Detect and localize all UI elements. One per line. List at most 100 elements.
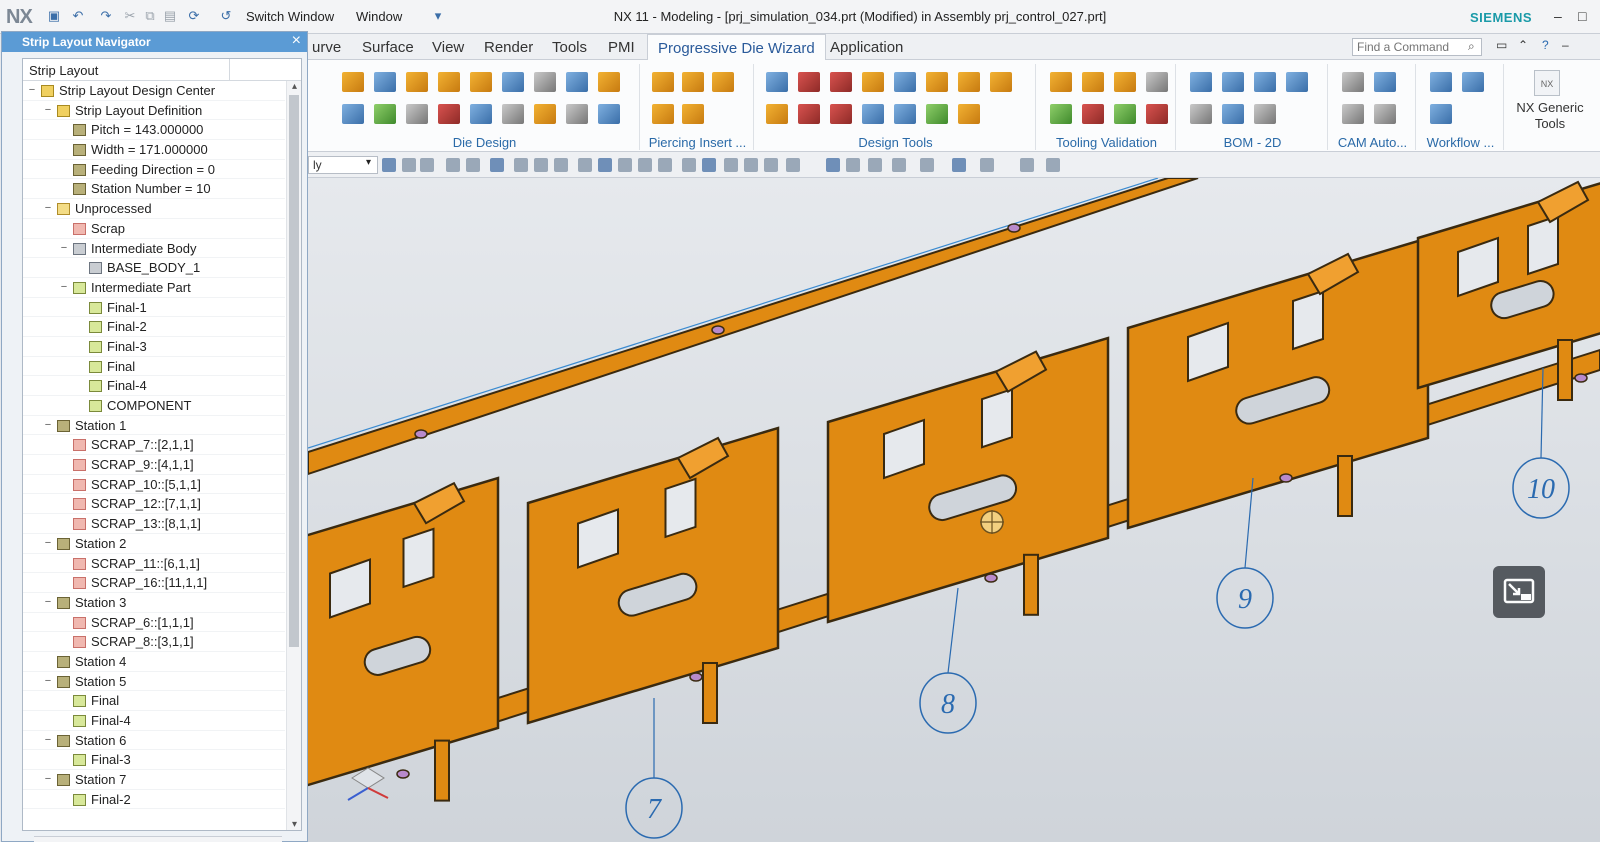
thickness-icon[interactable] [1146, 104, 1168, 124]
window-menu-button[interactable]: Window [356, 9, 402, 24]
cam-program-icon[interactable] [1374, 104, 1396, 124]
tree-row[interactable]: − Station 2 [23, 534, 285, 554]
center-icon[interactable] [658, 158, 672, 172]
box-icon[interactable] [766, 104, 788, 124]
tab-render[interactable]: Render [484, 39, 533, 56]
tree-row[interactable]: Final-1 [23, 298, 285, 318]
collapse-toggle-icon[interactable]: − [59, 278, 69, 298]
scrap-design-icon[interactable] [374, 104, 396, 124]
tab-progressive-die-wizard[interactable]: Progressive Die Wizard [647, 34, 826, 61]
orient-view-icon[interactable] [786, 158, 800, 172]
rectangle-select-icon[interactable] [490, 158, 504, 172]
die-base-icon[interactable] [438, 72, 460, 92]
tree-row[interactable]: Station Number = 10 [23, 179, 285, 200]
cam-setup-icon[interactable] [1342, 72, 1364, 92]
cam-feature-icon[interactable] [1374, 72, 1396, 92]
edge-icon[interactable] [578, 158, 592, 172]
tree-row[interactable]: Feeding Direction = 0 [23, 160, 285, 180]
tree-row[interactable]: − Intermediate Body [23, 239, 285, 259]
drawing-icon[interactable] [1222, 72, 1244, 92]
blank-layout-icon[interactable] [374, 72, 396, 92]
tab-application[interactable]: Application [830, 39, 903, 56]
tree-row[interactable]: Station 4 [23, 652, 285, 672]
navigator-scrollbar[interactable]: ▴ ▾ [286, 81, 301, 830]
find-command-input[interactable] [1352, 38, 1482, 56]
tab-pmi[interactable]: PMI [608, 39, 635, 56]
save-icon[interactable]: ▣ [46, 8, 62, 24]
graphics-window[interactable]: 7 8 9 10 [308, 178, 1600, 842]
scroll-up-icon[interactable]: ▴ [287, 81, 301, 92]
lasso-icon[interactable] [466, 158, 480, 172]
snap-point-icon[interactable] [446, 158, 460, 172]
quadrant-icon[interactable] [682, 158, 696, 172]
select-all-icon[interactable] [382, 158, 396, 172]
midpoint-icon[interactable] [638, 158, 652, 172]
component-icon[interactable] [534, 158, 548, 172]
tree-row[interactable]: Width = 171.000000 [23, 140, 285, 160]
balloon-icon[interactable] [1254, 104, 1276, 124]
tree-row[interactable]: SCRAP_16::[11,1,1] [23, 573, 285, 593]
switch-window-button[interactable]: Switch Window [246, 9, 334, 24]
initial-setup-icon[interactable] [342, 104, 364, 124]
column-header-strip-layout[interactable]: Strip Layout [23, 59, 301, 81]
tree-row[interactable]: BASE_BODY_1 [23, 258, 285, 278]
trim-icon[interactable] [894, 104, 916, 124]
process-icon[interactable] [1462, 72, 1484, 92]
collapse-toggle-icon[interactable]: − [59, 239, 69, 259]
hole-table-icon[interactable] [1254, 72, 1276, 92]
forming-icon[interactable] [470, 104, 492, 124]
tree-row[interactable]: − Station 7 [23, 770, 285, 790]
tree-row[interactable]: − Strip Layout Design Center [23, 81, 285, 101]
help-icon[interactable]: ? [1542, 38, 1549, 52]
tree-row[interactable]: − Station 3 [23, 593, 285, 613]
insert-group-icon[interactable] [470, 72, 492, 92]
collapse-toggle-icon[interactable]: − [43, 731, 53, 751]
tab-surface[interactable]: Surface [362, 39, 414, 56]
tree-row[interactable]: SCRAP_6::[1,1,1] [23, 613, 285, 633]
point-icon[interactable] [702, 158, 716, 172]
nx-generic-tools-button[interactable]: NX Generic Tools [1510, 100, 1590, 132]
collapse-toggle-icon[interactable]: − [43, 770, 53, 790]
cut-icon[interactable]: ✂ [122, 8, 138, 24]
curve-icon[interactable] [598, 158, 612, 172]
collapse-toggle-icon[interactable]: − [27, 81, 37, 101]
frame-icon[interactable] [766, 72, 788, 92]
solid-body-icon[interactable] [514, 158, 528, 172]
tree-row[interactable]: SCRAP_8::[3,1,1] [23, 632, 285, 652]
render-style-icon[interactable] [920, 158, 934, 172]
tree-row[interactable]: SCRAP_7::[2,1,1] [23, 435, 285, 456]
scroll-down-icon[interactable]: ▾ [287, 819, 301, 830]
touch-mode-icon[interactable]: ↺ [218, 8, 234, 24]
display-mode-icon[interactable] [868, 158, 882, 172]
chevron-down-icon[interactable]: ▾ [366, 157, 371, 168]
spline-icon[interactable] [618, 158, 632, 172]
button-insert-icon[interactable] [682, 72, 704, 92]
pocket-icon[interactable] [598, 104, 620, 124]
piercing-insert-icon[interactable] [652, 72, 674, 92]
cam-report-icon[interactable] [1342, 104, 1364, 124]
stamping-icon[interactable] [534, 104, 556, 124]
tree-row[interactable]: SCRAP_13::[8,1,1] [23, 514, 285, 534]
nx-generic-tools-icon[interactable]: NX [1534, 70, 1560, 96]
tree-row[interactable]: Scrap [23, 219, 285, 239]
collapse-toggle-icon[interactable]: − [43, 534, 53, 554]
collapse-toggle-icon[interactable]: − [43, 593, 53, 613]
collapse-toggle-icon[interactable]: − [43, 101, 53, 121]
undo-icon[interactable]: ↶ [70, 8, 86, 24]
motion-check-icon[interactable] [1114, 72, 1136, 92]
tree-row[interactable]: − Intermediate Part [23, 278, 285, 298]
ribbon-options-icon[interactable]: ▭ [1496, 38, 1507, 52]
copy-icon[interactable]: ⧉ [142, 8, 158, 24]
sheet-icon[interactable] [926, 104, 948, 124]
tree-row[interactable]: Pitch = 143.000000 [23, 120, 285, 141]
bolt-icon[interactable] [990, 72, 1012, 92]
hole-pattern-icon[interactable] [798, 72, 820, 92]
cavity-design-icon[interactable] [598, 72, 620, 92]
spring-icon[interactable] [958, 72, 980, 92]
tree-row[interactable]: − Unprocessed [23, 199, 285, 219]
measure-icon[interactable] [764, 158, 778, 172]
collapse-toggle-icon[interactable]: − [43, 199, 53, 219]
hide-icon[interactable] [980, 158, 994, 172]
cylinder-icon[interactable] [798, 104, 820, 124]
tree-row[interactable]: Final-3 [23, 337, 285, 357]
